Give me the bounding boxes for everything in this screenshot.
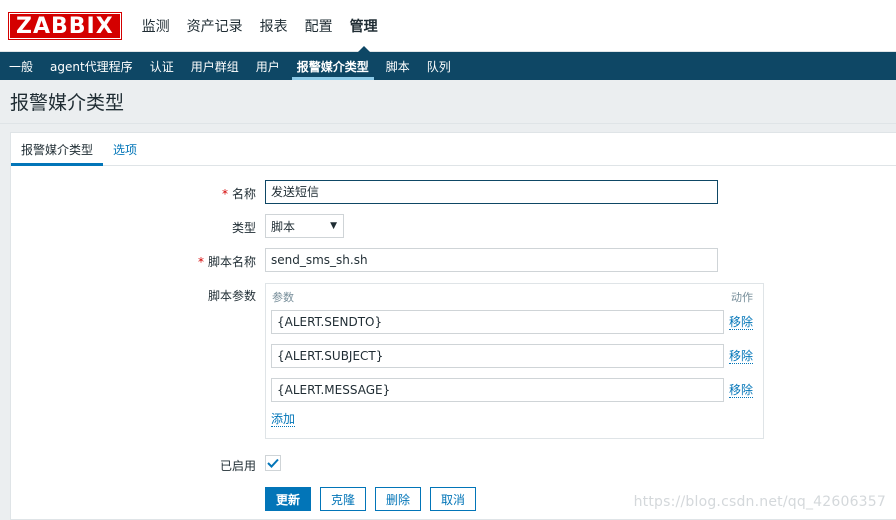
page-title: 报警媒介类型 [10,92,125,114]
sub-menu-general[interactable]: 一般 [2,52,40,80]
param-input-2[interactable]: {ALERT.SUBJECT} [271,344,724,368]
script-params-table: 参数 动作 {ALERT.SENDTO} 移除 {ALERT.SUBJECT} … [265,283,764,439]
script-params-label: 脚本参数 [207,289,256,303]
top-header: ZABBIX 监测 资产记录 报表 配置 管理 [0,0,896,52]
main-menu-inventory[interactable]: 资产记录 [180,0,250,51]
form-buttons: 更新 克隆 删除 取消 [265,487,485,511]
main-menu-administration[interactable]: 管理 [343,0,385,52]
remove-param-1-link[interactable]: 移除 [729,315,754,330]
script-name-label-text: 脚本名称 [207,255,256,269]
add-param-link[interactable]: 添加 [271,412,296,427]
sub-menu: 一般 agent代理程序 认证 用户群组 用户 报警媒介类型 脚本 队列 [0,52,896,80]
main-menu-monitoring[interactable]: 监测 [135,0,177,51]
main-menu-reports[interactable]: 报表 [253,0,295,51]
sub-menu-authentication[interactable]: 认证 [143,52,181,80]
sub-menu-scripts[interactable]: 脚本 [379,52,417,80]
name-label: * 名称 [222,185,256,202]
required-mark: * [197,255,204,269]
tab-media-type[interactable]: 报警媒介类型 [11,133,104,166]
main-menu-configuration[interactable]: 配置 [298,0,340,51]
delete-button[interactable]: 删除 [375,487,422,511]
script-name-input[interactable]: send_sms_sh.sh [265,248,718,272]
type-select-value: 脚本 [271,219,296,234]
cancel-button[interactable]: 取消 [430,487,477,511]
action-column-header: 动作 [731,291,753,304]
page-header: 报警媒介类型 [0,80,896,124]
main-menu: 监测 资产记录 报表 配置 管理 [135,0,388,52]
clone-button[interactable]: 克隆 [320,487,367,511]
enabled-label: 已启用 [219,459,256,473]
update-button[interactable]: 更新 [265,487,312,511]
param-input-3[interactable]: {ALERT.MESSAGE} [271,378,724,402]
form-panel: 报警媒介类型 选项 * 名称 发送短信 类型 脚本 ▼ * 脚本名称 send_sm… [10,132,896,520]
script-name-label: * 脚本名称 [198,253,256,270]
sub-menu-users[interactable]: 用户 [249,52,287,80]
sub-menu-user-groups[interactable]: 用户群组 [184,52,246,80]
remove-param-3-link[interactable]: 移除 [729,383,754,398]
remove-param-2-link[interactable]: 移除 [729,349,754,364]
checkmark-icon [267,458,279,468]
watermark: https://blog.csdn.net/qq_42606357 [633,494,886,510]
params-column-header: 参数 [272,291,294,304]
sub-menu-proxies[interactable]: agent代理程序 [43,52,140,80]
type-select[interactable]: 脚本 ▼ [265,214,344,238]
zabbix-logo[interactable]: ZABBIX [9,12,121,39]
tab-options[interactable]: 选项 [103,133,147,165]
form-tabs: 报警媒介类型 选项 [11,133,896,166]
sub-menu-media-types[interactable]: 报警媒介类型 [290,52,376,80]
name-input[interactable]: 发送短信 [265,180,718,204]
sub-menu-queue[interactable]: 队列 [420,52,458,80]
name-label-text: 名称 [231,187,256,201]
type-label: 类型 [231,221,256,235]
required-mark: * [221,187,228,201]
enabled-checkbox[interactable] [265,455,281,471]
param-input-1[interactable]: {ALERT.SENDTO} [271,310,724,334]
dropdown-arrow-icon: ▼ [330,221,337,231]
